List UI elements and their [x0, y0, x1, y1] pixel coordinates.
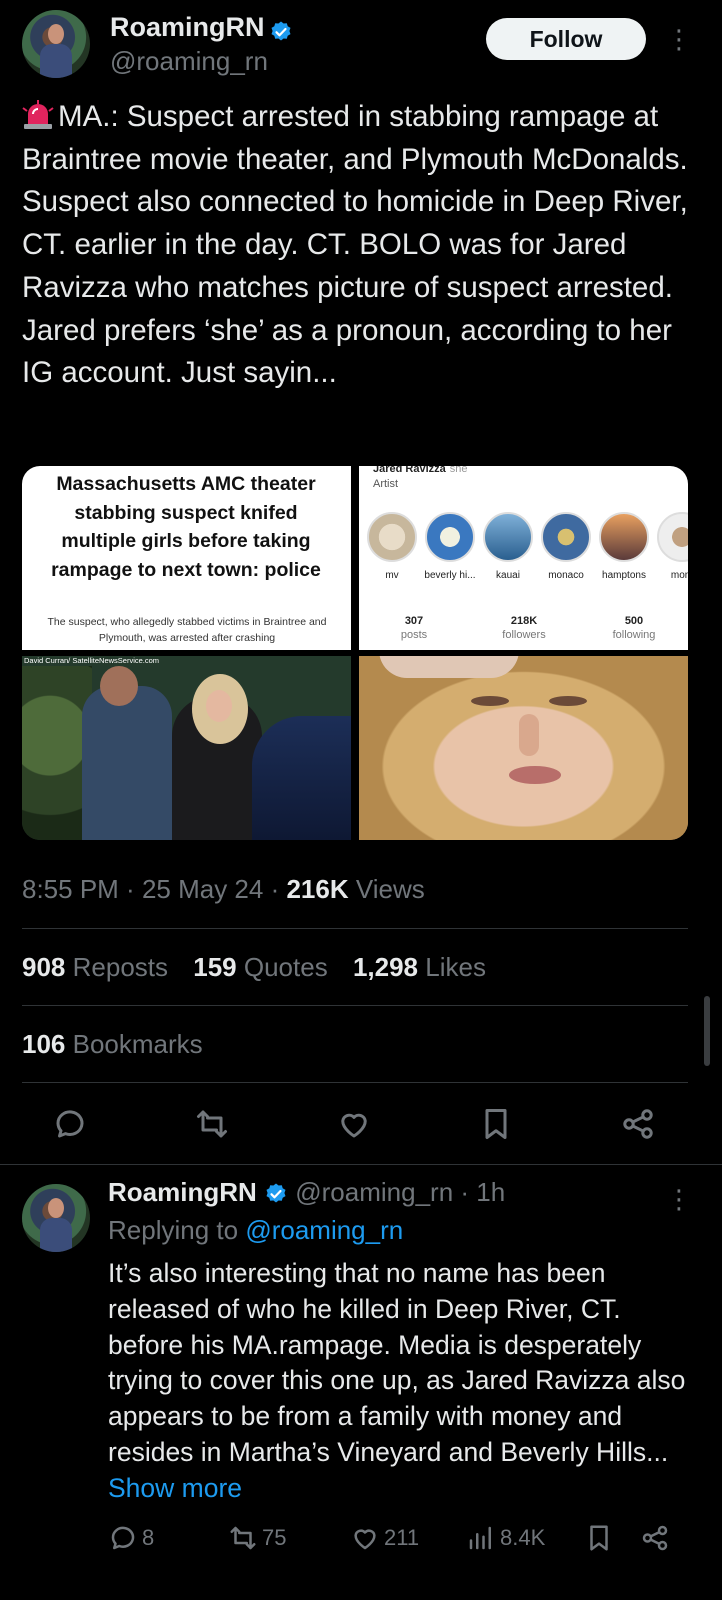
like-icon[interactable] — [336, 1106, 372, 1142]
author-name-row[interactable]: RoamingRN — [110, 12, 293, 44]
reply-icon[interactable] — [52, 1106, 88, 1142]
reply-replies-button[interactable]: 8 — [108, 1520, 154, 1556]
reply-body: It’s also interesting that no name has b… — [108, 1258, 686, 1467]
scrollbar[interactable] — [704, 996, 710, 1066]
share-icon[interactable] — [620, 1106, 656, 1142]
quotes-stat[interactable]: 159 Quotes — [193, 952, 327, 982]
ig-stat-posts: 307 posts — [400, 615, 428, 641]
reply-header: RoamingRN @roaming_rn · 1h — [108, 1177, 506, 1207]
tweet-meta: 8:55 PM · 25 May 24 · 216K Views — [22, 874, 425, 904]
reply-author-name[interactable]: RoamingRN — [108, 1177, 257, 1207]
arrest-scene-photo[interactable]: David Curran/ SatelliteNewsService.com — [22, 656, 351, 840]
ig-highlight-mv — [367, 512, 417, 562]
news-screenshot-image[interactable]: Massachusetts AMC theater stabbing suspe… — [22, 466, 351, 650]
reply-icon — [111, 1526, 135, 1550]
divider — [22, 928, 688, 929]
views-label: Views — [355, 874, 425, 904]
ig-profile-name: Jared Ravizza she — [373, 466, 468, 475]
like-icon — [354, 1529, 376, 1550]
news-subtext: The suspect, who allegedly stabbed victi… — [47, 616, 327, 644]
likes-stat[interactable]: 1,298 Likes — [353, 952, 486, 982]
share-icon — [642, 1525, 668, 1551]
reply-text: It’s also interesting that no name has b… — [108, 1256, 698, 1507]
divider — [22, 1005, 688, 1006]
show-more-link[interactable]: Show more — [108, 1473, 242, 1503]
ig-stat-followers: 218K followers — [502, 615, 546, 641]
repost-icon[interactable] — [194, 1106, 230, 1142]
tweet-text: MA.: Suspect arrested in stabbing rampag… — [22, 96, 702, 395]
bookmark-icon — [590, 1525, 608, 1551]
ig-highlight-beverly — [425, 512, 475, 562]
reply-author-handle[interactable]: @roaming_rn — [295, 1177, 453, 1207]
ig-profile-role: Artist — [373, 478, 399, 490]
views-chart-icon — [469, 1526, 491, 1550]
ig-highlight-label: mont — [670, 570, 688, 581]
news-headline: Massachusetts AMC theater stabbing suspe… — [51, 473, 321, 581]
photo-credit: David Curran/ SatelliteNewsService.com — [24, 656, 160, 665]
views-count: 216K — [286, 874, 349, 904]
verified-badge-icon — [271, 21, 291, 41]
replying-to-handle[interactable]: @roaming_rn — [245, 1215, 403, 1245]
media-grid[interactable]: Massachusetts AMC theater stabbing suspe… — [22, 466, 688, 840]
author-handle[interactable]: @roaming_rn — [110, 46, 268, 77]
more-options-icon[interactable]: ⋮ — [666, 26, 692, 52]
ig-highlight-mont — [657, 512, 688, 562]
author-avatar[interactable] — [22, 10, 90, 78]
reply-age[interactable]: 1h — [476, 1177, 505, 1207]
mugshot-photo[interactable] — [359, 656, 688, 840]
reply-share-button[interactable] — [640, 1520, 674, 1556]
bookmark-icon[interactable] — [478, 1106, 514, 1142]
replying-to: Replying to @roaming_rn — [108, 1215, 404, 1245]
verified-badge-icon — [266, 1183, 286, 1203]
divider — [0, 1164, 722, 1165]
ig-highlight-monaco — [541, 512, 591, 562]
reply-more-options-icon[interactable]: ⋮ — [666, 1186, 692, 1212]
engagement-stats: 908 Reposts 159 Quotes 1,298 Likes — [22, 952, 486, 983]
bookmarks-stat[interactable]: 106 Bookmarks — [22, 1029, 203, 1060]
tweet-time[interactable]: 8:55 PM — [22, 874, 119, 904]
ig-highlight-hamptons — [599, 512, 649, 562]
repost-icon — [230, 1526, 256, 1550]
siren-emoji-icon — [22, 100, 54, 129]
reply-author-avatar[interactable] — [22, 1184, 90, 1252]
follow-button[interactable]: Follow — [486, 18, 646, 60]
reply-views-button[interactable]: 8.4K — [466, 1520, 545, 1556]
instagram-profile-image[interactable]: Jared Ravizza she Artist mv beverly hi...… — [359, 466, 688, 650]
tweet-date[interactable]: 25 May 24 — [142, 874, 263, 904]
reply-bookmark-button[interactable] — [584, 1520, 618, 1556]
divider — [22, 1082, 688, 1083]
reply-repost-button[interactable]: 75 — [228, 1520, 286, 1556]
reply-like-button[interactable]: 211 — [350, 1520, 419, 1556]
ig-highlight-kauai — [483, 512, 533, 562]
author-name[interactable]: RoamingRN — [110, 12, 265, 42]
tweet-body: MA.: Suspect arrested in stabbing rampag… — [22, 100, 688, 390]
ig-stat-following: 500 following — [612, 615, 656, 641]
reposts-stat[interactable]: 908 Reposts — [22, 952, 168, 982]
